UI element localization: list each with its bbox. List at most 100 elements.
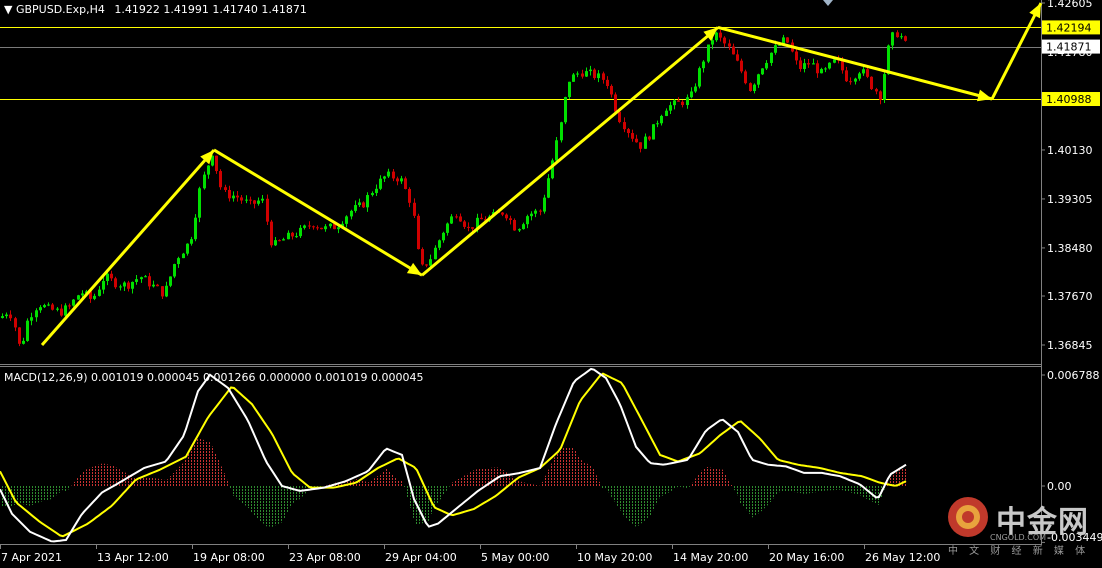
candle-body xyxy=(530,213,533,217)
candle-body xyxy=(77,295,80,300)
candle-body xyxy=(824,68,827,70)
trend-arrow-line xyxy=(421,26,719,277)
candle-body xyxy=(358,202,361,206)
candle-body xyxy=(308,225,311,227)
candle-body xyxy=(219,171,222,188)
candle-body xyxy=(299,227,302,237)
time-tick-label: 26 May 12:00 xyxy=(865,551,940,564)
candle-body xyxy=(203,174,206,189)
candle-body xyxy=(900,36,903,38)
time-tick-label: 23 Apr 08:00 xyxy=(289,551,361,564)
candle-body xyxy=(114,278,117,288)
candle-body xyxy=(660,115,663,124)
candle-body xyxy=(564,97,567,123)
candle-body xyxy=(417,215,420,250)
candle-body xyxy=(681,101,684,106)
trend-arrow-line xyxy=(990,2,1043,100)
trend-arrows xyxy=(40,2,1043,346)
time-tick-label: 20 May 16:00 xyxy=(769,551,844,564)
candle-body xyxy=(207,165,210,175)
candle-body xyxy=(215,155,218,172)
candle-body xyxy=(320,227,323,230)
candle-body xyxy=(833,59,836,63)
time-tick-label: 13 Apr 12:00 xyxy=(97,551,169,564)
candle-body xyxy=(366,195,369,208)
candles xyxy=(1,29,907,347)
candle-body xyxy=(329,223,332,227)
candle-body xyxy=(547,178,550,198)
candle-body xyxy=(849,81,852,83)
candle-body xyxy=(463,221,466,227)
candle-body xyxy=(669,105,672,111)
macd-tick-label: 0.006788 xyxy=(1047,369,1100,382)
candle-body xyxy=(156,284,159,287)
price-tick-label: 1.38480 xyxy=(1047,242,1093,255)
candle-body xyxy=(803,63,806,69)
candle-body xyxy=(883,74,886,100)
candle-body xyxy=(543,197,546,212)
candle-body xyxy=(866,69,869,77)
candle-body xyxy=(459,216,462,222)
candle-body xyxy=(551,160,554,179)
candle-body xyxy=(177,258,180,265)
candle-body xyxy=(627,129,630,134)
candle-body xyxy=(148,276,151,287)
candle-body xyxy=(610,85,613,95)
shift-marker-icon xyxy=(823,0,833,6)
symbol-header: ▼ GBPUSD.Exp,H4 1.41922 1.41991 1.41740 … xyxy=(4,3,307,16)
candle-body xyxy=(879,91,882,100)
candle-body xyxy=(639,142,642,149)
candle-body xyxy=(371,193,374,196)
candle-body xyxy=(9,314,12,319)
candle-body xyxy=(828,62,831,69)
candle-body xyxy=(291,232,294,237)
candle-body xyxy=(140,277,143,280)
candle-body xyxy=(686,97,689,106)
candle-body xyxy=(14,318,17,328)
candle-body xyxy=(266,198,269,222)
candle-body xyxy=(854,78,857,82)
candle-body xyxy=(182,253,185,259)
candle-body xyxy=(690,91,693,98)
candle-body xyxy=(471,227,474,229)
candle-body xyxy=(400,178,403,182)
candle-body xyxy=(421,249,424,265)
dropdown-arrow-icon[interactable]: ▼ xyxy=(4,3,12,16)
candle-body xyxy=(656,123,659,125)
candle-body xyxy=(715,32,718,41)
macd-tick-label: 0.00 xyxy=(1047,480,1072,493)
candle-body xyxy=(43,305,46,308)
symbol-label: GBPUSD.Exp,H4 xyxy=(15,3,105,16)
candle-body xyxy=(807,63,810,65)
candle-body xyxy=(1,316,4,318)
candle-body xyxy=(845,70,848,82)
price-tag-text: 1.41871 xyxy=(1046,41,1092,54)
candle-body xyxy=(711,40,714,45)
candle-body xyxy=(324,226,327,230)
candle-body xyxy=(18,327,21,344)
candle-body xyxy=(194,217,197,240)
candle-body xyxy=(392,171,395,179)
candle-body xyxy=(232,195,235,199)
candle-body xyxy=(337,227,340,230)
watermark-logo: 中金网 CNGOLD.COM 中 文 财 经 新 媒 体 xyxy=(946,495,1096,557)
candle-body xyxy=(190,239,193,244)
candle-body xyxy=(501,212,504,215)
candle-body xyxy=(362,202,365,208)
candle-body xyxy=(110,273,113,279)
candle-body xyxy=(224,187,227,190)
candle-body xyxy=(404,178,407,189)
candle-body xyxy=(102,280,105,290)
candle-body xyxy=(858,73,861,79)
candle-body xyxy=(728,43,731,47)
price-tag-text: 1.40988 xyxy=(1046,93,1092,106)
chart-canvas: 1.426051.417801.409551.401301.393051.384… xyxy=(0,0,1102,564)
candle-body xyxy=(144,276,147,278)
candle-body xyxy=(72,299,75,306)
candle-body xyxy=(123,282,126,287)
candle-body xyxy=(757,74,760,85)
candle-body xyxy=(597,73,600,79)
candle-body xyxy=(648,136,651,140)
candle-body xyxy=(438,240,441,248)
candle-body xyxy=(396,178,399,182)
